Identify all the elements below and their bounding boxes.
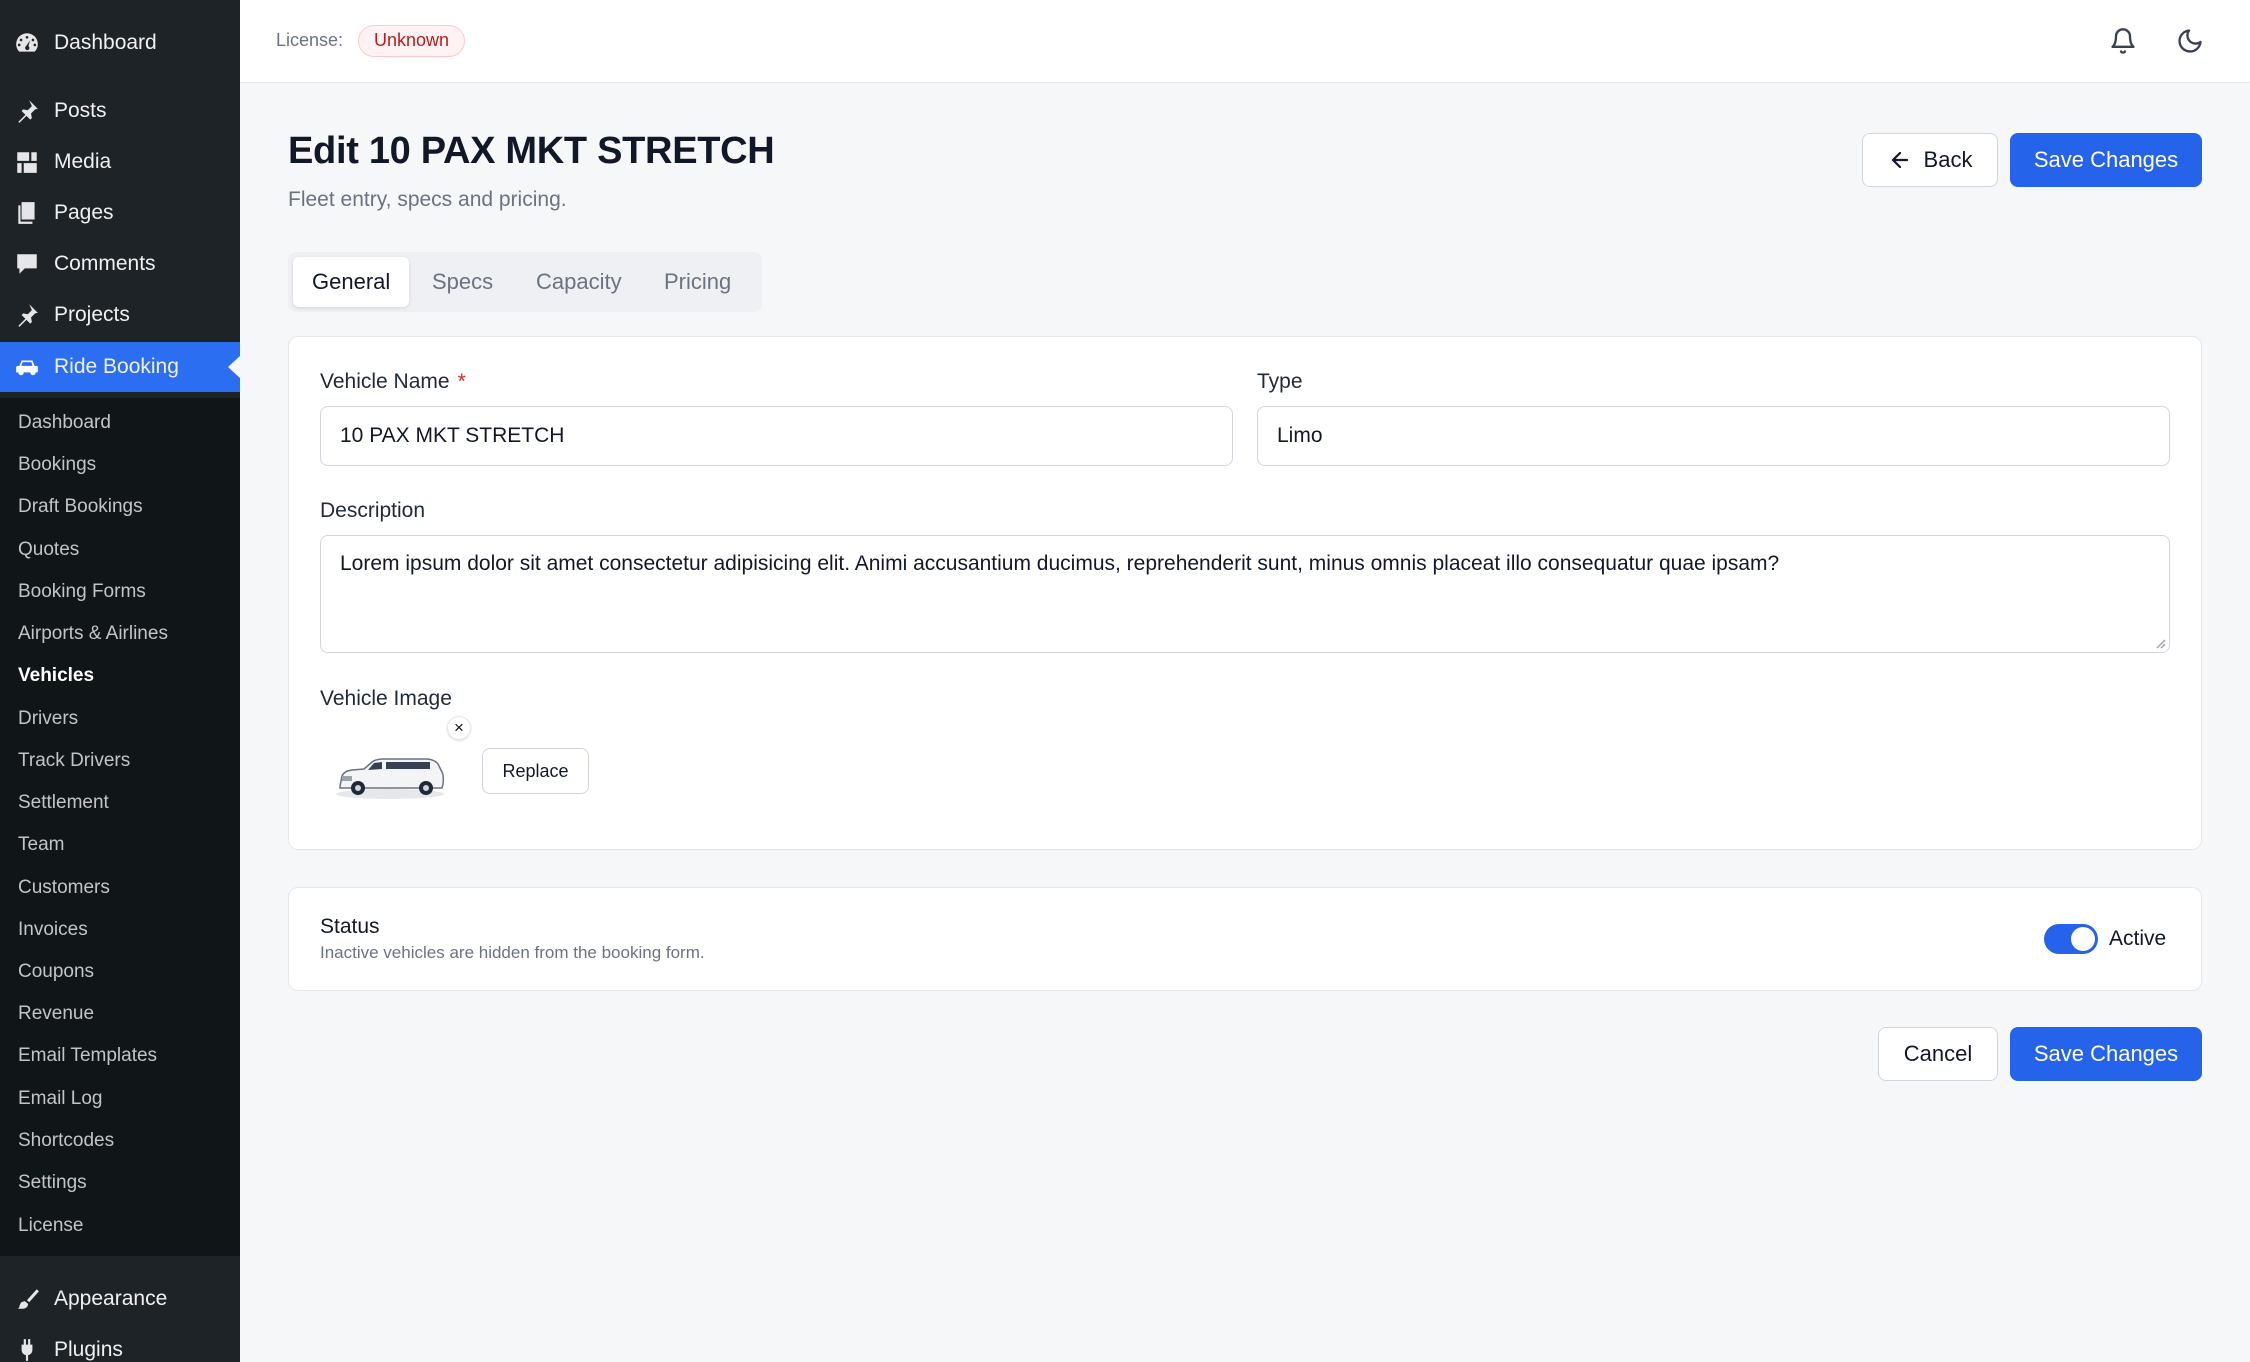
moon-icon[interactable] [2173, 24, 2207, 58]
submenu-item-draft-bookings[interactable]: Draft Bookings [18, 492, 143, 522]
plugin-icon [13, 1336, 41, 1362]
sidebar-item-plugins[interactable]: Plugins [0, 1326, 240, 1362]
sidebar-item-label: Posts [54, 99, 107, 122]
vehicle-name-label: Vehicle Name * [320, 370, 466, 394]
submenu-item-settings[interactable]: Settings [18, 1168, 87, 1198]
type-label: Type [1257, 370, 1303, 393]
tab-general[interactable]: General [293, 257, 410, 307]
tab-list: General Specs Capacity Pricing [288, 252, 762, 312]
sidebar-item-projects[interactable]: Projects [0, 291, 240, 339]
submenu-item-invoices[interactable]: Invoices [18, 915, 88, 945]
pin-icon [13, 301, 41, 329]
active-toggle[interactable] [2044, 924, 2098, 954]
submenu-item-shortcodes[interactable]: Shortcodes [18, 1126, 114, 1156]
sidebar-item-label: Ride Booking [54, 355, 179, 378]
submenu-item-track-drivers[interactable]: Track Drivers [18, 746, 130, 776]
submenu-item-license[interactable]: License [18, 1211, 84, 1241]
tab-pricing[interactable]: Pricing [645, 257, 750, 307]
description-label: Description [320, 499, 426, 522]
submenu-item-email-templates[interactable]: Email Templates [18, 1041, 157, 1071]
submenu-item-settlement[interactable]: Settlement [18, 788, 109, 818]
sidebar-item-label: Appearance [54, 1287, 168, 1310]
submenu-item-dashboard[interactable]: Dashboard [18, 408, 111, 438]
admin-sidebar: Dashboard Posts Media Pages Comments Pro… [0, 0, 240, 1362]
tab-capacity[interactable]: Capacity [517, 257, 641, 307]
brush-icon [13, 1285, 41, 1313]
type-input[interactable]: Limo [1257, 406, 2170, 466]
dashboard-icon [13, 29, 41, 57]
vehicle-image-thumbnail [336, 758, 445, 799]
submenu-item-team[interactable]: Team [18, 830, 64, 860]
page-title: Edit 10 PAX MKT STRETCH [288, 130, 775, 172]
comments-icon [13, 250, 41, 278]
save-changes-button-top[interactable]: Save Changes [2010, 133, 2202, 187]
ride-booking-submenu: Dashboard Bookings Draft Bookings Quotes… [0, 398, 240, 1256]
resize-grip-icon[interactable] [2154, 637, 2166, 649]
pages-icon [13, 199, 41, 227]
sidebar-item-ride-booking[interactable]: Ride Booking [0, 342, 240, 392]
sidebar-item-label: Media [54, 150, 112, 173]
description-textarea[interactable]: Lorem ipsum dolor sit amet consectetur a… [320, 535, 2170, 653]
status-card [288, 887, 2202, 991]
vehicle-name-label-text: Vehicle Name [320, 370, 450, 393]
sidebar-item-label: Dashboard [54, 31, 157, 54]
sidebar-item-label: Comments [54, 252, 156, 275]
required-marker: * [457, 370, 466, 393]
bell-icon[interactable] [2106, 24, 2140, 58]
submenu-item-quotes[interactable]: Quotes [18, 535, 79, 565]
sidebar-item-label: Pages [54, 201, 114, 224]
cancel-button[interactable]: Cancel [1878, 1027, 1998, 1081]
license-label: License: [276, 30, 344, 50]
save-changes-button-bottom[interactable]: Save Changes [2010, 1027, 2202, 1081]
submenu-item-drivers[interactable]: Drivers [18, 704, 78, 734]
license-status-badge: Unknown [358, 25, 466, 57]
submenu-item-bookings[interactable]: Bookings [18, 450, 96, 480]
remove-image-button[interactable]: × [447, 716, 471, 740]
back-button[interactable]: Back [1862, 133, 1998, 187]
submenu-item-vehicles[interactable]: Vehicles [18, 661, 94, 691]
car-icon [13, 353, 41, 381]
replace-image-button[interactable]: Replace [482, 748, 589, 794]
sidebar-item-pages[interactable]: Pages [0, 189, 240, 237]
vehicle-name-input[interactable]: 10 PAX MKT STRETCH [320, 406, 1233, 466]
toggle-knob [2071, 927, 2095, 951]
submenu-item-revenue[interactable]: Revenue [18, 999, 94, 1029]
arrow-left-icon [1891, 151, 1908, 169]
sidebar-item-label: Projects [54, 303, 130, 326]
media-icon [13, 148, 41, 176]
submenu-item-booking-forms[interactable]: Booking Forms [18, 577, 146, 607]
sidebar-item-appearance[interactable]: Appearance [0, 1275, 240, 1323]
tab-specs[interactable]: Specs [413, 257, 512, 307]
sidebar-item-dashboard[interactable]: Dashboard [0, 19, 240, 67]
pin-icon [13, 97, 41, 125]
status-description: Inactive vehicles are hidden from the bo… [320, 943, 705, 962]
sidebar-item-comments[interactable]: Comments [0, 240, 240, 288]
status-title: Status [320, 915, 380, 938]
submenu-item-customers[interactable]: Customers [18, 873, 110, 903]
top-bar: License: Unknown [240, 0, 2250, 83]
sidebar-item-media[interactable]: Media [0, 138, 240, 186]
sidebar-item-posts[interactable]: Posts [0, 87, 240, 135]
submenu-item-email-log[interactable]: Email Log [18, 1084, 103, 1114]
sidebar-item-label: Plugins [54, 1338, 123, 1361]
page-subtitle: Fleet entry, specs and pricing. [288, 188, 567, 211]
submenu-item-airports-airlines[interactable]: Airports & Airlines [18, 619, 168, 649]
vehicle-image-label: Vehicle Image [320, 687, 452, 710]
active-toggle-label: Active [2109, 927, 2167, 950]
description-text: Lorem ipsum dolor sit amet consectetur a… [340, 552, 1780, 575]
submenu-item-coupons[interactable]: Coupons [18, 957, 94, 987]
back-button-label: Back [1923, 147, 1973, 172]
